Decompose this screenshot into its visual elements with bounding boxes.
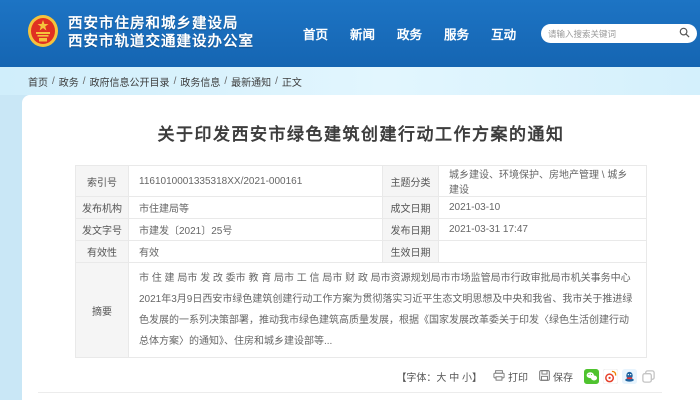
breadcrumb-separator: / [275,76,278,87]
meta-label-topic: 主题分类 [383,166,439,197]
meta-label-issuer: 发布机构 [76,197,129,219]
article-card: 关于印发西安市绿色建筑创建行动工作方案的通知 索引号 1161010001335… [22,95,700,400]
article-toolbar: 【字体：大 中 小】 打印 保存 [66,369,656,384]
qq-icon[interactable] [622,369,637,384]
search-input[interactable] [548,29,679,39]
site-title: 西安市住房和城乡建设局 西安市轨道交通建设办公室 [68,16,254,51]
printer-icon [493,370,505,384]
meta-value-index: 1161010001335318XX/2021-000161 [129,166,383,197]
meta-value-issuer: 市住建局等 [129,197,383,219]
save-label: 保存 [553,369,573,384]
wechat-icon[interactable] [584,369,599,384]
search-box[interactable] [541,24,697,43]
meta-label-index: 索引号 [76,166,129,197]
meta-value-abstract: 市 住 建 局市 发 改 委市 教 育 局市 工 信 局市 财 政 局市资源规划… [129,263,647,358]
meta-label-written-date: 成文日期 [383,197,439,219]
weibo-icon[interactable] [603,369,618,384]
meta-label-abstract: 摘要 [76,263,129,358]
main-nav: 首页 新闻 政务 服务 互动 [303,0,516,67]
breadcrumb-separator: / [52,76,55,87]
print-button[interactable]: 打印 [493,369,528,384]
breadcrumb-separator: / [174,76,177,87]
national-emblem-logo [27,14,59,53]
meta-label-validity: 有效性 [76,241,129,263]
meta-value-doc-number: 市建发〔2021〕25号 [129,219,383,241]
print-label: 打印 [508,369,528,384]
breadcrumb-latest-notices[interactable]: 最新通知 [231,74,271,89]
nav-services[interactable]: 服务 [444,24,469,43]
meta-value-validity: 有效 [129,241,383,263]
nav-interaction[interactable]: 互动 [491,24,516,43]
search-icon[interactable] [679,25,690,43]
meta-label-doc-number: 发文字号 [76,219,129,241]
site-header: 西安市住房和城乡建设局 西安市轨道交通建设办公室 首页 新闻 政务 服务 互动 [0,0,700,67]
breadcrumb-info-directory[interactable]: 政府信息公开目录 [90,74,170,89]
copy-icon[interactable] [641,369,656,384]
breadcrumb-government[interactable]: 政务 [59,74,79,89]
breadcrumb-separator: / [224,76,227,87]
breadcrumb: 首页 / 政务 / 政府信息公开目录 / 政务信息 / 最新通知 / 正文 [0,67,700,95]
nav-government[interactable]: 政务 [397,24,422,43]
site-title-line2: 西安市轨道交通建设办公室 [68,34,254,52]
save-button[interactable]: 保存 [539,369,573,384]
font-size-control[interactable]: 【字体：大 中 小】 [396,369,482,384]
breadcrumb-gov-info[interactable]: 政务信息 [180,74,220,89]
meta-label-publish-date: 发布日期 [383,219,439,241]
meta-value-topic: 城乡建设、环境保护、房地产管理 \ 城乡建设 [439,166,647,197]
meta-value-publish-date: 2021-03-31 17:47 [439,219,647,241]
nav-home[interactable]: 首页 [303,24,328,43]
breadcrumb-home[interactable]: 首页 [28,74,48,89]
share-buttons [584,369,656,384]
document-meta-table: 索引号 1161010001335318XX/2021-000161 主题分类 … [75,165,647,358]
save-icon [539,370,550,384]
section-divider [38,392,662,393]
nav-news[interactable]: 新闻 [350,24,375,43]
meta-label-effective-date: 生效日期 [383,241,439,263]
breadcrumb-current: 正文 [282,74,302,89]
page-title: 关于印发西安市绿色建筑创建行动工作方案的通知 [22,95,700,145]
breadcrumb-separator: / [83,76,86,87]
meta-value-effective-date [439,241,647,263]
meta-value-written-date: 2021-03-10 [439,197,647,219]
site-title-line1: 西安市住房和城乡建设局 [68,16,254,34]
